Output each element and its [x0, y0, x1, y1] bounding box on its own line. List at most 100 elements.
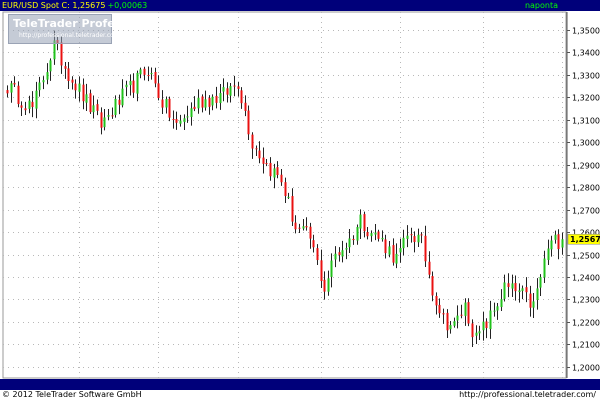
candle-up: [136, 72, 139, 94]
candle-down: [392, 245, 395, 263]
candle-down: [237, 86, 240, 89]
candle-up: [500, 299, 503, 308]
candle-down: [485, 321, 488, 329]
candle-down: [96, 104, 99, 111]
y-tick-label: 1,23000: [572, 296, 600, 305]
candle-down: [13, 82, 16, 85]
candle-up: [186, 116, 189, 118]
candle-up: [219, 93, 222, 104]
candle-down: [428, 261, 431, 275]
y-tick-label: 1,22000: [572, 319, 600, 328]
candle-up: [341, 250, 344, 257]
candle-down: [240, 90, 243, 104]
candle-up: [197, 97, 200, 109]
candle-down: [269, 162, 272, 177]
candle-down: [244, 102, 247, 111]
candle-up: [35, 90, 38, 109]
candle-down: [413, 236, 416, 243]
candle-down: [460, 314, 463, 316]
candle-down: [82, 84, 85, 102]
candle-up: [478, 331, 481, 334]
candle-up: [334, 253, 337, 260]
candle-up: [370, 233, 373, 237]
candle-up: [543, 258, 546, 278]
candle-up: [489, 310, 492, 330]
y-tick-label: 1,25000: [572, 252, 600, 261]
candle-down: [60, 42, 63, 66]
candle-down: [284, 182, 287, 197]
y-tick-label: 1,28000: [572, 184, 600, 193]
candle-down: [265, 163, 268, 165]
candle-down: [24, 108, 27, 111]
copyright-text: © 2012 TeleTrader Software GmbH: [2, 390, 142, 399]
candle-down: [276, 167, 279, 175]
candle-up: [464, 302, 467, 316]
candle-up: [125, 84, 128, 88]
candle-down: [294, 222, 297, 230]
candle-down: [280, 174, 283, 183]
candle-up: [456, 315, 459, 321]
candle-down: [118, 99, 121, 105]
candle-down: [262, 157, 265, 164]
candle-down: [247, 110, 250, 135]
candle-up: [114, 98, 117, 115]
candle-up: [547, 248, 550, 260]
candle-up: [10, 83, 13, 93]
y-tick-label: 1,34000: [572, 49, 600, 58]
candle-down: [529, 293, 532, 308]
y-tick-label: 1,27000: [572, 207, 600, 216]
candle-up: [399, 247, 402, 253]
candle-down: [226, 88, 229, 95]
candle-up: [107, 115, 110, 117]
candle-up: [503, 282, 506, 299]
candle-up: [482, 321, 485, 331]
candle-down: [67, 68, 70, 81]
candlestick-chart[interactable]: 1,20000 1,21000 1,22000 1,23000 1,24000 1,250…: [0, 0, 600, 400]
candle-down: [161, 99, 164, 108]
candle-down: [157, 83, 160, 99]
candle-up: [190, 108, 193, 117]
candle-down: [438, 304, 441, 314]
candle-down: [251, 134, 254, 149]
candle-down: [312, 240, 315, 248]
candle-down: [215, 95, 218, 103]
candle-up: [388, 246, 391, 255]
candle-down: [366, 232, 369, 237]
y-tick-label: 1,31000: [572, 117, 600, 126]
last-price-label: 1,25675: [570, 235, 600, 244]
y-tick-label: 1,20000: [572, 364, 600, 373]
candle-up: [406, 235, 409, 239]
footer-link[interactable]: http://professional.teletrader.com/: [459, 390, 596, 400]
y-tick-label: 1,33000: [572, 72, 600, 81]
candle-up: [273, 168, 276, 178]
candle-up: [204, 99, 207, 108]
candle-down: [471, 323, 474, 338]
candle-down: [201, 96, 204, 108]
y-tick-label: 1,35000: [572, 27, 600, 36]
candle-down: [172, 119, 175, 121]
candle-up: [183, 118, 186, 123]
candle-down: [258, 150, 261, 159]
candle-up: [179, 120, 182, 124]
candle-down: [514, 282, 517, 292]
candle-down: [100, 112, 103, 128]
candle-up: [402, 237, 405, 249]
candle-down: [424, 235, 427, 262]
candle-up: [532, 301, 535, 308]
candle-up: [417, 234, 420, 243]
candle-up: [211, 96, 214, 106]
candle-down: [208, 97, 211, 107]
candle-up: [92, 105, 95, 113]
candle-down: [74, 83, 77, 91]
candle-down: [111, 115, 114, 117]
candle-down: [6, 90, 9, 94]
candle-down: [446, 312, 449, 331]
candle-down: [410, 234, 413, 236]
candle-up: [536, 288, 539, 301]
candle-up: [129, 80, 132, 86]
chart-window: EUR/USD Spot C: 1,25675 +0,00063 naponta …: [0, 0, 600, 400]
candle-up: [121, 88, 124, 106]
candle-up: [38, 82, 41, 91]
price-axis: 1,20000 1,21000 1,22000 1,23000 1,24000 1,250…: [566, 12, 600, 378]
candle-up: [49, 60, 52, 72]
